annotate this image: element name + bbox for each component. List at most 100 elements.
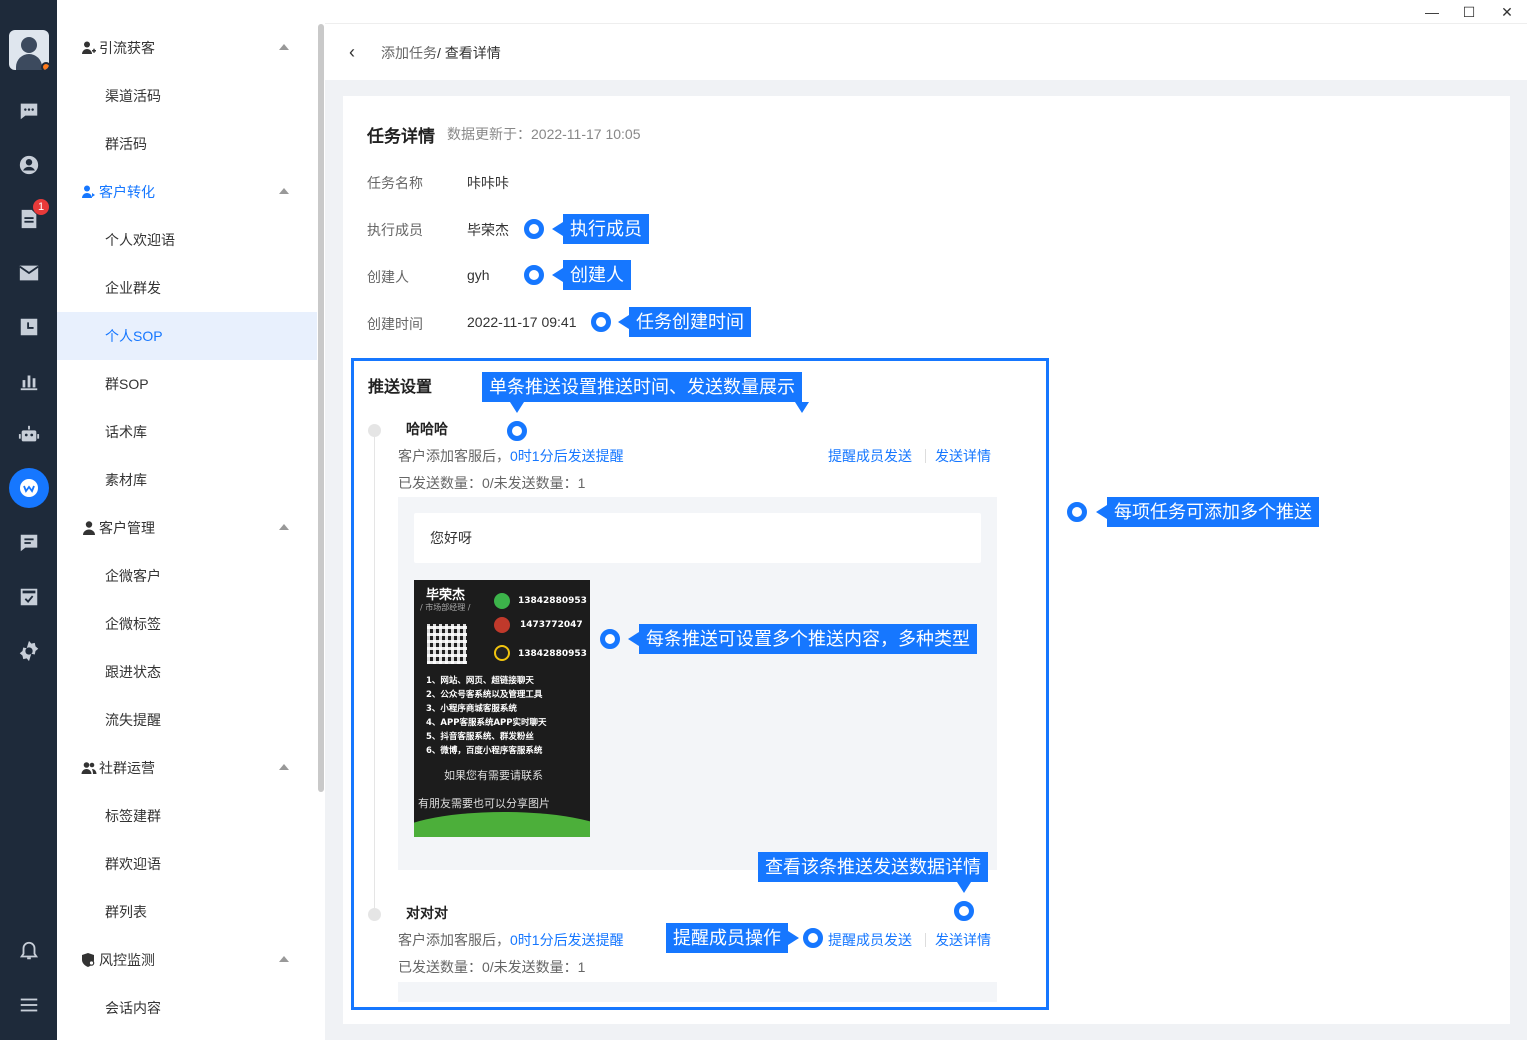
push-settings-title: 推送设置: [368, 379, 433, 396]
push-content-panel: 您好呀 毕荣杰 / 市场部经理 / 13842880953 1473772047…: [398, 497, 997, 870]
sidebar-item-session-content[interactable]: 会话内容: [57, 984, 317, 1032]
group-label: 客户转化: [99, 184, 155, 200]
bell-icon[interactable]: [17, 939, 41, 963]
create-time-value: 2022-11-17 09:41: [467, 314, 577, 330]
sidebar-group-risk[interactable]: 风控监测: [57, 936, 315, 984]
card-role: / 市场部经理 /: [420, 603, 471, 612]
breadcrumb: ‹ 添加任务/ 查看详情: [325, 24, 1527, 80]
sidebar-group-conversion[interactable]: 客户转化: [57, 168, 315, 216]
card-services: 1、网站、网页、超链接聊天 2、公众号客系统以及管理工具 3、小程序商城客服系统…: [426, 676, 547, 756]
push-item-name: 哈哈哈: [406, 421, 448, 437]
card-wave-decoration: [414, 812, 590, 837]
annotation-marker: [600, 629, 620, 649]
user-avatar[interactable]: [9, 30, 49, 70]
group-label: 引流获客: [99, 40, 155, 56]
calendar-icon[interactable]: [17, 315, 41, 339]
sidebar-item-material-lib[interactable]: 素材库: [57, 456, 317, 504]
sidebar-item-welcome[interactable]: 个人欢迎语: [57, 216, 317, 264]
annotation-marker: [803, 928, 823, 948]
group-label: 风控监测: [99, 952, 155, 968]
wecom-icon[interactable]: [9, 468, 49, 508]
sidebar-item-personal-sop[interactable]: 个人SOP: [57, 312, 317, 360]
annotation-multi-push: 每项任务可添加多个推送: [1096, 497, 1319, 527]
user-icon: [81, 520, 97, 536]
create-time-label: 创建时间: [367, 316, 423, 332]
chat-icon[interactable]: [17, 99, 41, 123]
remind-member-button[interactable]: 提醒成员发送: [828, 446, 912, 466]
sidebar-item-group-code[interactable]: 群活码: [57, 120, 317, 168]
close-button[interactable]: ✕: [1497, 2, 1517, 22]
annotation-single-push: 单条推送设置推送时间、发送数量展示: [482, 372, 809, 413]
sidebar-item-churn-alert[interactable]: 流失提醒: [57, 696, 317, 744]
breadcrumb-parent[interactable]: 添加任务: [381, 45, 437, 61]
annotation-member: 执行成员: [552, 214, 649, 244]
annotation-send-detail: 查看该条推送发送数据详情: [758, 852, 988, 882]
sidebar-item-follow-status[interactable]: 跟进状态: [57, 648, 317, 696]
mail-icon[interactable]: [17, 261, 41, 285]
user-add-icon: [81, 40, 97, 56]
page-title: 任务详情: [367, 127, 435, 146]
sidebar-item-wecom-customers[interactable]: 企微客户: [57, 552, 317, 600]
annotation-creator: 创建人: [552, 260, 631, 290]
annotation-marker: [524, 219, 544, 239]
contact-icon[interactable]: [17, 153, 41, 177]
annotation-marker: [954, 901, 974, 921]
breadcrumb-current: 查看详情: [440, 45, 501, 61]
sidebar-nav: 引流获客 渠道活码 群活码 客户转化 个人欢迎语 企业群发 个人SOP 群SOP…: [57, 0, 325, 1040]
send-detail-button[interactable]: 发送详情: [935, 446, 991, 466]
menu-icon[interactable]: [17, 993, 41, 1017]
sidebar-item-group-list[interactable]: 群列表: [57, 888, 317, 936]
sidebar-item-wecom-tags[interactable]: 企微标签: [57, 600, 317, 648]
sidebar-group-acquire[interactable]: 引流获客: [57, 24, 315, 72]
link-divider: [925, 933, 926, 947]
sidebar-item-channel-code[interactable]: 渠道活码: [57, 72, 317, 120]
card-phone-2: 1473772047: [520, 620, 583, 630]
chevron-up-icon: [279, 956, 289, 962]
push-item-name: 对对对: [406, 905, 448, 921]
push-item-desc: 客户添加客服后，0时1分后发送提醒: [398, 446, 624, 466]
annotation-marker: [1067, 502, 1087, 522]
desc-prefix: 客户添加客服后，: [398, 448, 510, 464]
chevron-up-icon: [279, 524, 289, 530]
remind-member-button[interactable]: 提醒成员发送: [828, 930, 912, 950]
message-icon[interactable]: [17, 531, 41, 555]
sidebar-scrollbar[interactable]: [318, 24, 324, 792]
creator-value: gyh: [467, 267, 490, 283]
minimize-button[interactable]: —: [1422, 2, 1442, 22]
settings-icon[interactable]: [17, 639, 41, 663]
update-time: 数据更新于：2022-11-17 10:05: [447, 126, 641, 142]
push-content-panel: [398, 982, 997, 1002]
annotation-marker: [591, 312, 611, 332]
group-label: 社群运营: [99, 760, 155, 776]
maximize-button[interactable]: ☐: [1459, 2, 1479, 22]
business-card-image[interactable]: 毕荣杰 / 市场部经理 / 13842880953 1473772047 138…: [414, 580, 590, 837]
sidebar-group-community[interactable]: 社群运营: [57, 744, 315, 792]
sidebar-item-group-sop[interactable]: 群SOP: [57, 360, 317, 408]
notification-badge: 1: [33, 199, 49, 215]
sidebar-item-script-lib[interactable]: 话术库: [57, 408, 317, 456]
send-detail-button[interactable]: 发送详情: [935, 930, 991, 950]
window-titlebar: — ☐ ✕: [325, 0, 1527, 24]
push-item-stats: 已发送数量：0/未发送数量：1: [398, 959, 586, 975]
member-label: 执行成员: [367, 222, 423, 238]
sidebar-item-mass-send[interactable]: 企业群发: [57, 264, 317, 312]
chevron-up-icon: [279, 44, 289, 50]
back-arrow-icon[interactable]: ‹: [349, 42, 367, 62]
sidebar-group-customers[interactable]: 客户管理: [57, 504, 315, 552]
task-icon[interactable]: [17, 585, 41, 609]
sidebar-item-group-welcome[interactable]: 群欢迎语: [57, 840, 317, 888]
desc-prefix: 客户添加客服后，: [398, 932, 510, 948]
desc-time: 0时1分后发送提醒: [510, 932, 624, 948]
annotation-marker: [507, 421, 527, 441]
annotation-arrow: [957, 882, 971, 893]
chevron-up-icon: [279, 764, 289, 770]
breadcrumb-text: 添加任务/ 查看详情: [381, 43, 501, 63]
user-convert-icon: [81, 184, 97, 200]
card-phone-1: 13842880953: [518, 596, 587, 606]
stats-icon[interactable]: [17, 369, 41, 393]
sidebar-item-tag-group[interactable]: 标签建群: [57, 792, 317, 840]
robot-icon[interactable]: [17, 423, 41, 447]
push-item-desc: 客户添加客服后，0时1分后发送提醒: [398, 930, 624, 950]
timeline-dot: [368, 424, 381, 437]
task-name-label: 任务名称: [367, 175, 423, 191]
